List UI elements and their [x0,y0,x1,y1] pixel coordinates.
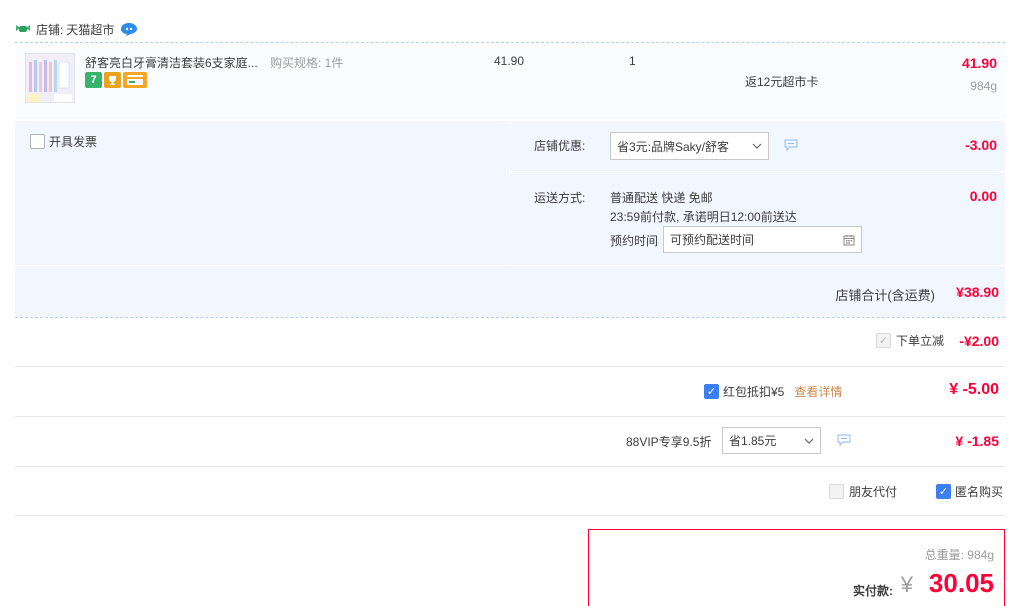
divider [15,366,1005,367]
anonymous-option[interactable]: ✓ 匿名购买 [936,483,1003,500]
card-icon[interactable] [123,72,147,88]
order-discount-label: 下单立减 [895,334,944,348]
appointment-time-value: 可预约配送时间 [670,233,755,247]
anonymous-checkbox[interactable]: ✓ [936,484,951,499]
order-summary-box: 总重量: 984g 实付款: ¥ 30.05 [588,529,1005,606]
shop-total-value: ¥38.90 [956,284,999,300]
divider [509,121,510,265]
vip-value: ¥ -1.85 [955,433,999,449]
shop-name-link[interactable]: 天猫超市 [66,21,114,38]
chat-icon[interactable] [120,22,138,37]
friend-pay-checkbox[interactable] [829,484,844,499]
red-packet-checkbox[interactable]: ✓ [704,384,719,399]
message-icon[interactable] [784,139,798,151]
shop-total-bar: 店铺合计(含运费) ¥38.90 [15,265,1005,317]
trophy-icon[interactable] [104,72,121,88]
red-packet-row: ✓ 红包抵扣¥5 查看详情 [704,383,842,400]
shop-discount-label: 店铺优惠: [534,139,586,153]
anonymous-label: 匿名购买 [955,485,1004,499]
vip-label: 88VIP专享9.5折 [626,435,712,449]
currency-symbol: ¥ [900,572,913,597]
order-options-panel: 开具发票 店铺优惠: 省3元:品牌Saky/舒客 -3.00 运送方式: 普通配… [15,121,1005,265]
unit-price: 41.90 [494,54,525,68]
invoice-option[interactable]: 开具发票 [30,133,97,150]
appointment-label: 预约时间 [610,234,659,248]
calendar-icon [843,234,855,245]
product-spec: 购买规格: 1件 [270,56,344,70]
friend-pay-option[interactable]: 朋友代付 [829,483,897,500]
order-discount-row: ✓ 下单立减 [875,332,944,349]
seven-day-return-icon[interactable]: 7 [85,72,102,88]
rebate-text: 返12元超市卡 [745,75,819,89]
chevron-down-icon [804,438,814,444]
chevron-down-icon [752,143,762,149]
message-icon[interactable] [837,434,851,446]
pay-amount: 30.05 [928,568,994,598]
pay-label: 实付款: [853,584,893,598]
shipping-promise: 23:59前付款, 承诺明日12:00前送达 [610,210,797,224]
divider [15,317,1005,318]
product-title-link[interactable]: 舒客亮白牙膏清洁套装6支家庭... [85,54,265,71]
product-thumbnail[interactable] [25,53,75,103]
red-packet-details-link[interactable]: 查看详情 [794,383,842,400]
invoice-checkbox[interactable] [30,134,45,149]
order-item-row: 舒客亮白牙膏清洁套装6支家庭... 购买规格: 1件 7 41.90 1 返12… [15,43,1005,119]
red-packet-value: ¥ -5.00 [949,381,999,398]
shop-total-label: 店铺合计(含运费) [835,288,935,303]
item-weight: 984g [970,79,997,93]
product-image-icon [26,54,74,102]
order-discount-value: -¥2.00 [959,333,999,349]
invoice-label: 开具发票 [49,135,98,149]
shop-discount-select[interactable]: 省3元:品牌Saky/舒客 [610,132,769,160]
shop-label: 店铺: [36,22,64,37]
quantity: 1 [629,54,636,68]
tmall-logo-icon [16,25,30,32]
vip-discount-select[interactable]: 省1.85元 [722,427,821,454]
divider [15,416,1005,417]
vip-discount-selected: 省1.85元 [729,434,777,448]
service-badges: 7 [85,72,147,88]
appointment-time-input[interactable]: 可预约配送时间 [663,226,862,253]
total-weight: 总重量: 984g [924,548,994,562]
friend-pay-label: 朋友代付 [849,485,898,499]
divider [15,466,1005,467]
item-subtotal: 41.90 [961,55,997,71]
shop-header: 店铺: 天猫超市 [15,16,138,42]
shop-discount-value: -3.00 [965,137,997,153]
shop-discount-selected: 省3元:品牌Saky/舒客 [617,139,730,154]
divider [15,515,1005,516]
order-discount-checkbox: ✓ [875,333,891,348]
shipping-value: 0.00 [969,188,997,204]
red-packet-label: 红包抵扣¥5 [723,385,785,399]
divider [509,171,1005,172]
shipping-label: 运送方式: [534,191,586,205]
shipping-method: 普通配送 快递 免邮 [610,191,713,205]
